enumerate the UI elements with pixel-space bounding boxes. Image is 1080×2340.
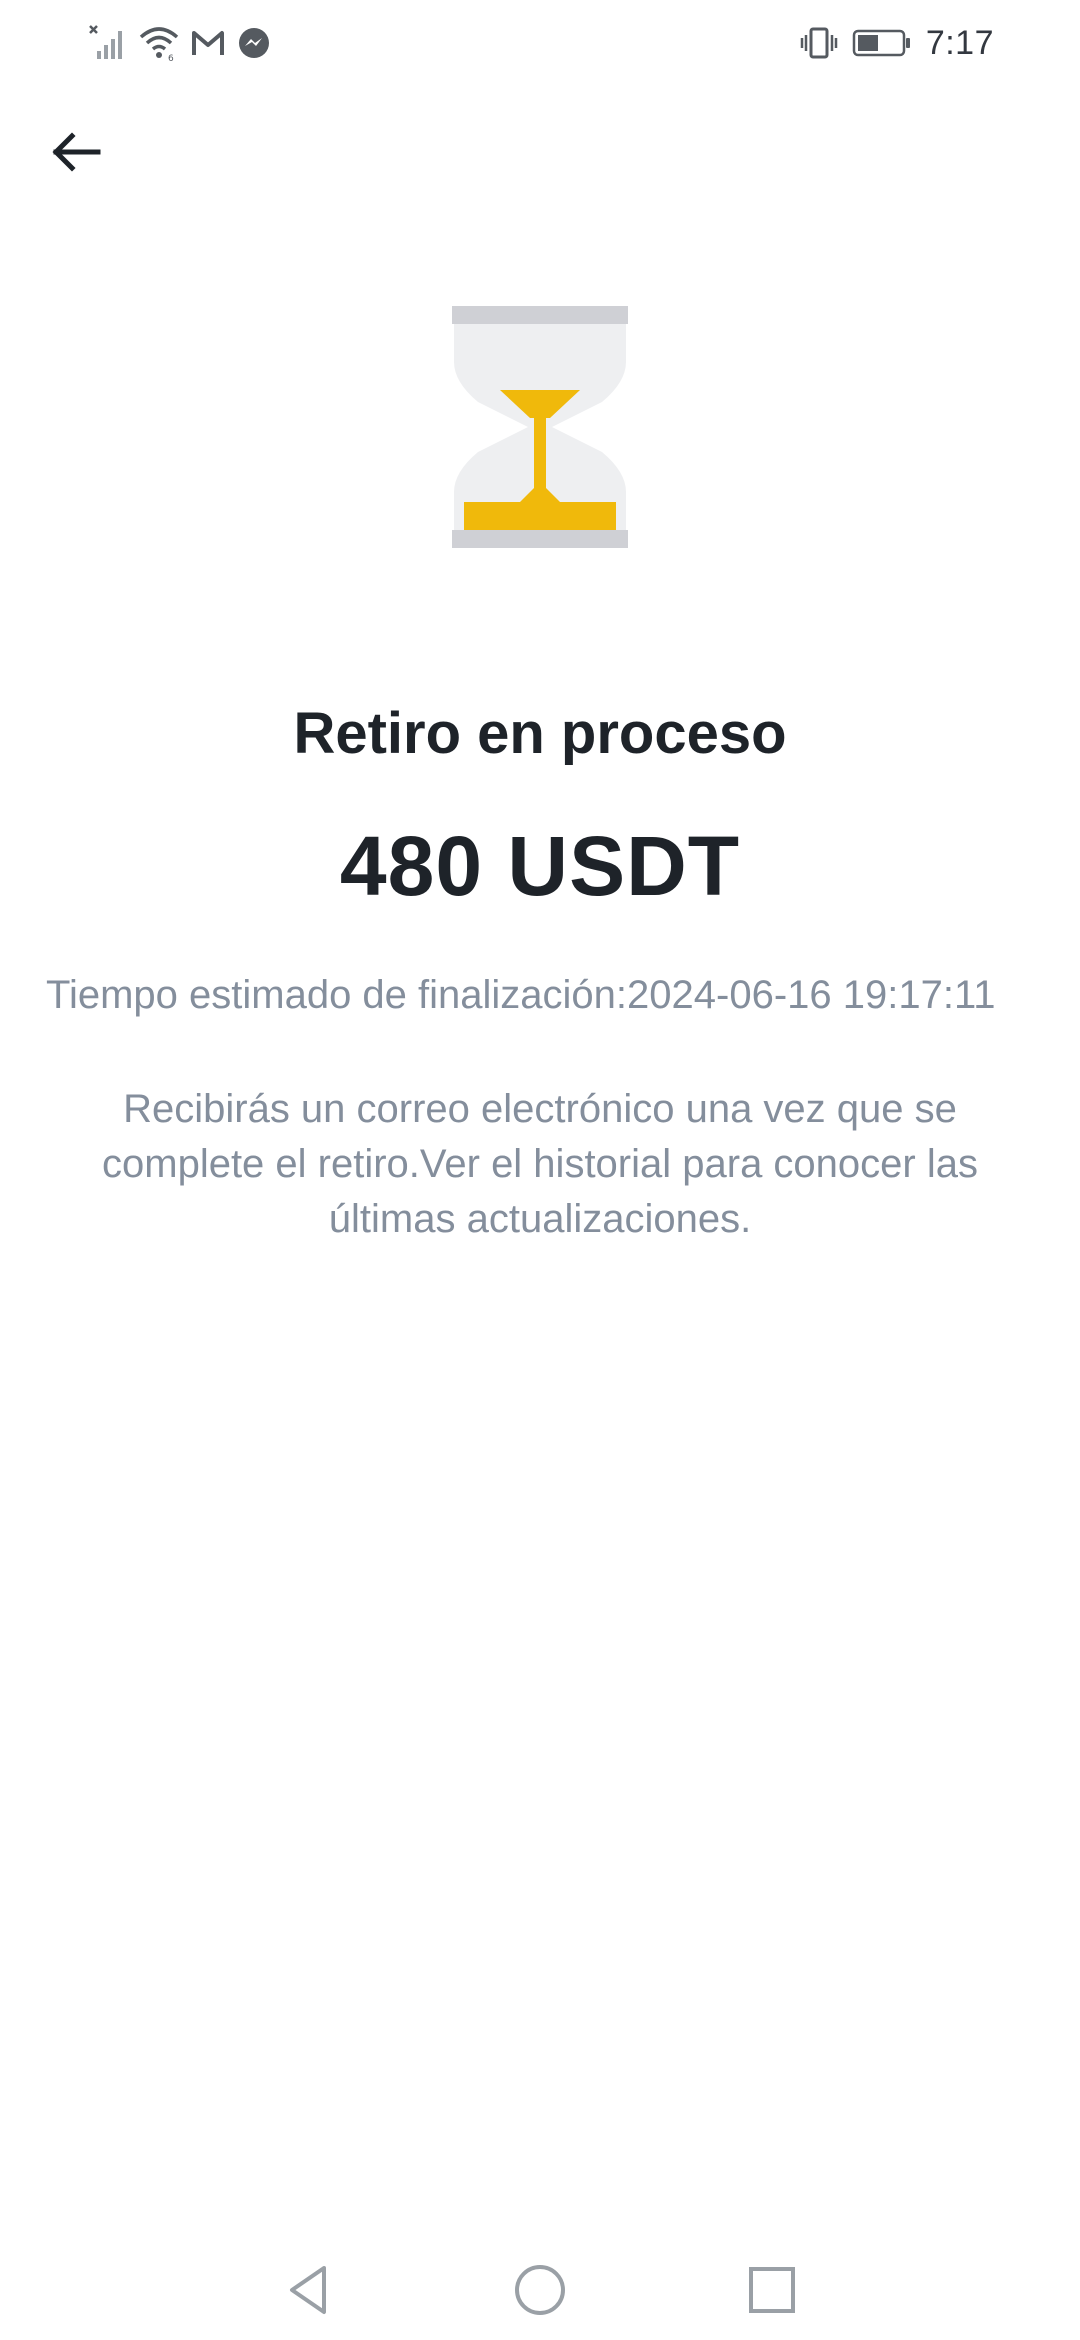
- nav-back-icon: [290, 2266, 326, 2314]
- nav-back-button[interactable]: [278, 2258, 342, 2322]
- nav-recents-icon: [749, 2267, 795, 2313]
- wifi-icon: 6: [138, 23, 180, 63]
- hourglass-icon: [452, 306, 628, 548]
- vibrate-icon: [800, 25, 838, 61]
- system-nav-bar: [0, 2240, 1080, 2340]
- info-text: Recibirás un correo electrónico una vez …: [102, 1087, 978, 1241]
- battery-icon: [852, 27, 912, 59]
- hourglass-illustration: [452, 302, 628, 552]
- status-left-icons: 6: [88, 22, 272, 64]
- nav-home-icon: [515, 2265, 565, 2315]
- page-title: Retiro en proceso: [293, 701, 787, 766]
- status-right-icons: 7:17: [800, 22, 994, 64]
- nav-home-button[interactable]: [508, 2258, 572, 2322]
- back-button[interactable]: [48, 124, 104, 180]
- no-signal-icon: [88, 23, 128, 63]
- gmail-icon: [190, 25, 226, 61]
- withdrawal-amount: 480 USDT: [339, 819, 741, 913]
- estimated-completion-time: Tiempo estimado de finalización:2024-06-…: [46, 973, 996, 1017]
- svg-text:6: 6: [168, 54, 174, 63]
- status-time: 7:17: [925, 23, 994, 62]
- arrow-left-icon: [52, 132, 101, 172]
- status-bar: 6 7:17: [0, 0, 1080, 84]
- messenger-icon: [236, 25, 272, 61]
- nav-recents-button[interactable]: [740, 2258, 804, 2322]
